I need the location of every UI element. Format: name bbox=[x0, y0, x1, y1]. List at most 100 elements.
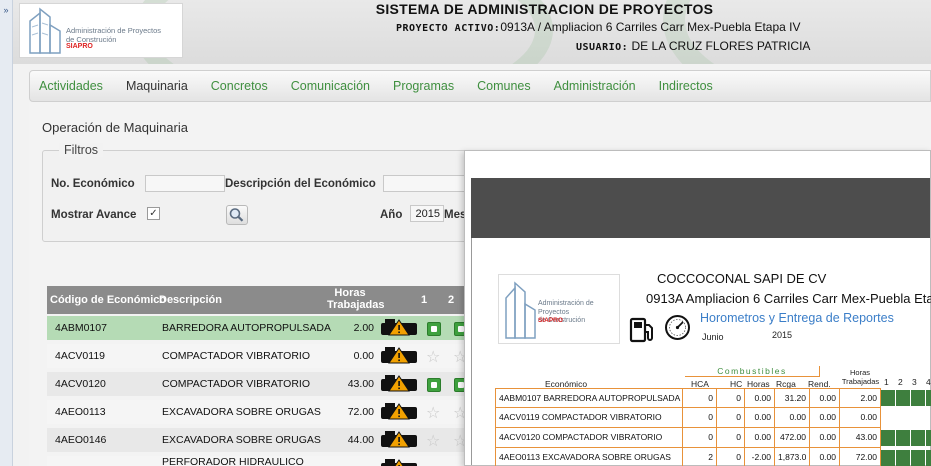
report-cell-hc: 0 bbox=[717, 428, 745, 448]
report-day-col-0: 1 bbox=[884, 377, 889, 387]
building-logo-icon bbox=[505, 281, 536, 339]
main-nav: Actividades Maquinaria Concretos Comunic… bbox=[29, 70, 931, 102]
mostrar-avance-checkbox[interactable]: ✓ bbox=[147, 207, 160, 220]
col-horas[interactable]: Horas Trabajadas bbox=[327, 287, 384, 311]
report-cell-rcga: 1,873.0 bbox=[775, 448, 810, 466]
report-project: 0913A Ampliacion 6 Carriles Carr Mex-Pue… bbox=[646, 291, 931, 306]
report-delivered-icon[interactable] bbox=[427, 378, 441, 392]
expand-arrows-icon[interactable]: » bbox=[1, 4, 11, 16]
anio-input[interactable] bbox=[410, 205, 444, 222]
table-row[interactable]: 4AEO0113 EXCAVADORA SOBRE ORUGAS 72.00 ☆ ☆ bbox=[47, 400, 477, 424]
report-cell-hca: 0 bbox=[683, 408, 717, 428]
filters-legend: Filtros bbox=[59, 143, 104, 157]
report-day-cell bbox=[896, 410, 910, 426]
report-subtitle: Horometros y Entrega de Reportes bbox=[700, 311, 894, 325]
report-logo: Administración de Proyectos de Construció… bbox=[498, 274, 620, 344]
report-delivered-icon[interactable] bbox=[427, 322, 441, 336]
report-day-col-2: 3 bbox=[912, 377, 917, 387]
modal-titlebar bbox=[465, 151, 930, 178]
cell-codigo: 4ACV0120 bbox=[55, 378, 106, 390]
col-day-1: 1 bbox=[421, 294, 428, 306]
no-economico-input[interactable] bbox=[145, 175, 225, 192]
report-cell-trab: 72.00 bbox=[840, 448, 881, 466]
report-day-col-1: 2 bbox=[898, 377, 903, 387]
cell-horas: 0.00 bbox=[353, 350, 374, 362]
report-cell-rcga: 0.00 bbox=[775, 408, 810, 428]
report-cell-rend: 0.00 bbox=[810, 428, 840, 448]
report-cell-rend: 0.00 bbox=[810, 408, 840, 428]
report-day-cell bbox=[881, 410, 895, 426]
report-day-cell bbox=[881, 390, 895, 406]
report-cell-trab: 2.00 bbox=[840, 388, 881, 408]
cell-codigo: 4ABM0107 bbox=[55, 322, 107, 334]
cell-descripcion: COMPACTADOR VIBRATORIO bbox=[162, 378, 310, 390]
report-day-cell bbox=[911, 410, 925, 426]
report-cell-rcga: 31.20 bbox=[775, 388, 810, 408]
report-cell-hc: 0 bbox=[717, 388, 745, 408]
anio-label: Año bbox=[380, 209, 403, 221]
report-cell-economico: 4ACV0119 COMPACTADOR VIBRATORIO bbox=[495, 408, 683, 428]
page-title: Operación de Maquinaria bbox=[42, 120, 188, 135]
report-cell-economico: 4ACV0120 COMPACTADOR VIBRATORIO bbox=[495, 428, 683, 448]
search-button[interactable] bbox=[226, 205, 248, 225]
hour-meter-gauge-icon bbox=[665, 315, 690, 340]
machinery-grid-header: Código de Económico Descripción Horas Tra… bbox=[47, 286, 477, 314]
nav-item-programas[interactable]: Programas bbox=[393, 79, 454, 93]
nav-item-administracion[interactable]: Administración bbox=[554, 79, 636, 93]
nav-item-maquinaria[interactable]: Maquinaria bbox=[126, 79, 188, 93]
project-label: PROYECTO ACTIVO: bbox=[396, 23, 501, 34]
report-cell-hc: 0 bbox=[717, 408, 745, 428]
report-day-cell bbox=[926, 410, 931, 426]
mostrar-avance-label: Mostrar Avance bbox=[51, 209, 137, 221]
report-cell-horas: -2.00 bbox=[745, 448, 775, 466]
table-row[interactable]: 4ABM0107 BARREDORA AUTOPROPULSADA 2.00 bbox=[47, 316, 477, 340]
empty-star-icon[interactable]: ☆ bbox=[426, 434, 440, 450]
report-cell-rend: 0.00 bbox=[810, 388, 840, 408]
cell-horas: 43.00 bbox=[347, 378, 374, 390]
nav-item-actividades[interactable]: Actividades bbox=[39, 79, 103, 93]
report-cell-hc: 0 bbox=[717, 448, 745, 466]
col-codigo[interactable]: Código de Económico bbox=[50, 294, 166, 306]
report-cell-economico: 4AEO0113 EXCAVADORA SOBRE ORUGAS bbox=[495, 448, 683, 466]
report-day-cell bbox=[911, 390, 925, 406]
cell-codigo: 4ACV0119 bbox=[55, 350, 106, 362]
user-label: USUARIO: bbox=[576, 42, 629, 53]
col-day-2: 2 bbox=[448, 294, 455, 306]
user-value: DE LA CRUZ FLORES PATRICIA bbox=[631, 39, 811, 53]
descripcion-input[interactable] bbox=[383, 175, 465, 192]
nav-item-comunes[interactable]: Comunes bbox=[477, 79, 531, 93]
table-row[interactable]: 4ACV0119 COMPACTADOR VIBRATORIO 0.00 ☆ ☆ bbox=[47, 344, 477, 368]
cell-descripcion: COMPACTADOR VIBRATORIO bbox=[162, 350, 310, 362]
machine-operating-icon[interactable] bbox=[379, 401, 419, 423]
machine-operating-icon[interactable] bbox=[379, 373, 419, 395]
report-day-cell bbox=[911, 430, 925, 446]
descripcion-label: Descripción del Económico bbox=[225, 178, 376, 190]
table-row[interactable]: PERFORADOR HIDRAULICO bbox=[47, 456, 477, 466]
report-cell-hca: 2 bbox=[683, 448, 717, 466]
machine-operating-icon[interactable] bbox=[379, 429, 419, 451]
report-day-cell bbox=[896, 430, 910, 446]
machine-operating-icon[interactable] bbox=[379, 317, 419, 339]
empty-star-icon[interactable]: ☆ bbox=[426, 406, 440, 422]
table-row[interactable]: 4AEO0146 EXCAVADORA SOBRE ORUGAS 44.00 ☆ ☆ bbox=[47, 428, 477, 452]
report-day-col-3: 4 bbox=[926, 377, 931, 387]
current-user: USUARIO: DE LA CRUZ FLORES PATRICIA bbox=[576, 39, 810, 53]
report-day-cell bbox=[896, 450, 910, 466]
empty-star-icon[interactable]: ☆ bbox=[426, 350, 440, 366]
fuel-pump-icon bbox=[629, 317, 653, 343]
machine-operating-icon[interactable] bbox=[379, 345, 419, 367]
magnifier-icon bbox=[229, 208, 244, 222]
nav-item-indirectos[interactable]: Indirectos bbox=[659, 79, 713, 93]
side-collapse-strip: » bbox=[0, 0, 13, 466]
horas-header-1: Horas bbox=[849, 368, 870, 377]
nav-item-concretos[interactable]: Concretos bbox=[211, 79, 268, 93]
col-descripcion[interactable]: Descripción bbox=[159, 294, 222, 306]
system-title: SISTEMA DE ADMINISTRACION DE PROYECTOS bbox=[375, 1, 714, 17]
machine-operating-icon[interactable] bbox=[379, 457, 419, 466]
nav-item-comunicacion[interactable]: Comunicación bbox=[291, 79, 370, 93]
table-row[interactable]: 4ACV0120 COMPACTADOR VIBRATORIO 43.00 bbox=[47, 372, 477, 396]
cell-horas: 72.00 bbox=[347, 406, 374, 418]
report-cell-trab: 0.00 bbox=[840, 408, 881, 428]
report-viewer-toolbar bbox=[471, 178, 930, 238]
report-day-cell bbox=[926, 430, 931, 446]
